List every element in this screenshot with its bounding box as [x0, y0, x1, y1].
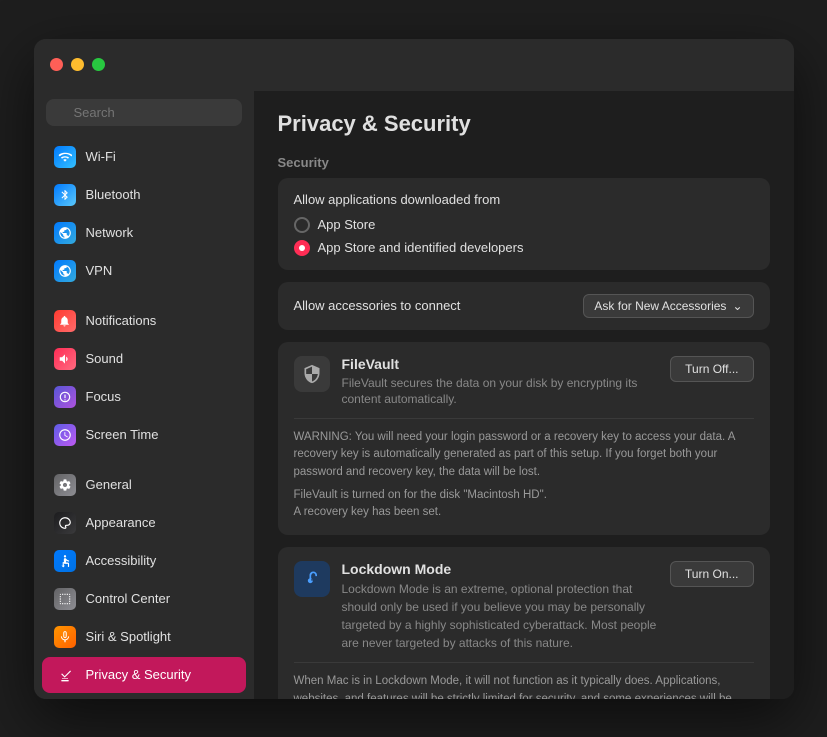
sidebar-label-sound: Sound: [86, 351, 124, 366]
accessories-chevron: ⌄: [732, 299, 742, 313]
sidebar: 🔍 Wi-Fi Bluetooth: [34, 91, 254, 699]
sidebar-label-accessibility: Accessibility: [86, 553, 157, 568]
maximize-button[interactable]: [92, 58, 105, 71]
lockdown-title: Lockdown Mode: [342, 561, 670, 577]
radio-appstore-identified[interactable]: App Store and identified developers: [294, 240, 754, 256]
filevault-status-line1: FileVault is turned on for the disk "Mac…: [294, 487, 754, 504]
sidebar-item-network[interactable]: Network: [42, 215, 246, 251]
minimize-button[interactable]: [71, 58, 84, 71]
system-preferences-window: 🔍 Wi-Fi Bluetooth: [34, 39, 794, 699]
accessibility-icon: [54, 550, 76, 572]
radio-circle-identified: [294, 240, 310, 256]
siri-icon: [54, 626, 76, 648]
accessories-select[interactable]: Ask for New Accessories ⌄: [583, 294, 753, 318]
main-panel: Privacy & Security Security Allow applic…: [254, 91, 794, 699]
sidebar-item-sound[interactable]: Sound: [42, 341, 246, 377]
traffic-lights: [50, 58, 105, 71]
filevault-status-line2: A recovery key has been set.: [294, 504, 754, 521]
titlebar: [34, 39, 794, 91]
sidebar-label-general: General: [86, 477, 132, 492]
sidebar-item-screentime[interactable]: Screen Time: [42, 417, 246, 453]
allow-download-label: Allow applications downloaded from: [294, 192, 754, 207]
lockdown-icon: [294, 561, 330, 597]
search-input[interactable]: [46, 99, 242, 126]
filevault-warning: WARNING: You will need your login passwo…: [294, 418, 754, 481]
sidebar-item-desktop[interactable]: Desktop & Dock: [42, 695, 246, 699]
filevault-status: FileVault is turned on for the disk "Mac…: [294, 487, 754, 522]
allow-download-card: Allow applications downloaded from App S…: [278, 178, 770, 270]
accessories-value: Ask for New Accessories: [594, 299, 726, 313]
sidebar-item-wifi[interactable]: Wi-Fi: [42, 139, 246, 175]
sidebar-label-privacy: Privacy & Security: [86, 667, 191, 682]
bluetooth-icon: [54, 184, 76, 206]
sidebar-item-bluetooth[interactable]: Bluetooth: [42, 177, 246, 213]
sidebar-label-screentime: Screen Time: [86, 427, 159, 442]
sidebar-label-wifi: Wi-Fi: [86, 149, 116, 164]
lockdown-detail-text: When Mac is in Lockdown Mode, it will no…: [294, 675, 732, 698]
radio-group-download: App Store App Store and identified devel…: [294, 217, 754, 256]
general-icon: [54, 474, 76, 496]
filevault-turnoff-button[interactable]: Turn Off...: [670, 356, 753, 382]
sound-icon: [54, 348, 76, 370]
radio-appstore[interactable]: App Store: [294, 217, 754, 233]
sidebar-label-siri: Siri & Spotlight: [86, 629, 171, 644]
sidebar-item-notifications[interactable]: Notifications: [42, 303, 246, 339]
vpn-icon: [54, 260, 76, 282]
lockdown-left: Lockdown Mode Lockdown Mode is an extrem…: [294, 561, 670, 652]
lockdown-title-group: Lockdown Mode Lockdown Mode is an extrem…: [342, 561, 670, 652]
sidebar-item-vpn[interactable]: VPN: [42, 253, 246, 289]
sidebar-item-general[interactable]: General: [42, 467, 246, 503]
page-title: Privacy & Security: [278, 111, 770, 137]
radio-circle-appstore: [294, 217, 310, 233]
sidebar-label-vpn: VPN: [86, 263, 113, 278]
radio-label-identified: App Store and identified developers: [318, 240, 524, 255]
close-button[interactable]: [50, 58, 63, 71]
sidebar-item-privacy[interactable]: Privacy & Security: [42, 657, 246, 693]
notifications-icon: [54, 310, 76, 332]
filevault-card: FileVault FileVault secures the data on …: [278, 342, 770, 536]
sidebar-item-appearance[interactable]: Appearance: [42, 505, 246, 541]
lockdown-desc: Lockdown Mode is an extreme, optional pr…: [342, 580, 670, 652]
filevault-desc: FileVault secures the data on your disk …: [342, 375, 671, 409]
sidebar-label-controlcenter: Control Center: [86, 591, 171, 606]
search-wrapper: 🔍: [46, 99, 242, 126]
sidebar-label-network: Network: [86, 225, 134, 240]
lockdown-card: Lockdown Mode Lockdown Mode is an extrem…: [278, 547, 770, 698]
sidebar-label-appearance: Appearance: [86, 515, 156, 530]
filevault-left: FileVault FileVault secures the data on …: [294, 356, 671, 409]
filevault-title-group: FileVault FileVault secures the data on …: [342, 356, 671, 409]
privacy-icon: [54, 664, 76, 686]
radio-label-appstore: App Store: [318, 217, 376, 232]
appearance-icon: [54, 512, 76, 534]
wifi-icon: [54, 146, 76, 168]
filevault-icon: [294, 356, 330, 392]
sidebar-item-focus[interactable]: Focus: [42, 379, 246, 415]
sidebar-item-accessibility[interactable]: Accessibility: [42, 543, 246, 579]
accessories-row[interactable]: Allow accessories to connect Ask for New…: [278, 282, 770, 330]
lockdown-turnon-button[interactable]: Turn On...: [670, 561, 754, 587]
filevault-title: FileVault: [342, 356, 671, 372]
sidebar-item-controlcenter[interactable]: Control Center: [42, 581, 246, 617]
focus-icon: [54, 386, 76, 408]
controlcenter-icon: [54, 588, 76, 610]
sidebar-label-bluetooth: Bluetooth: [86, 187, 141, 202]
accessories-label: Allow accessories to connect: [294, 298, 461, 313]
network-icon: [54, 222, 76, 244]
sidebar-label-focus: Focus: [86, 389, 121, 404]
lockdown-detail: When Mac is in Lockdown Mode, it will no…: [294, 662, 754, 698]
sidebar-item-siri[interactable]: Siri & Spotlight: [42, 619, 246, 655]
allow-download-row: Allow applications downloaded from App S…: [278, 178, 770, 270]
window-content: 🔍 Wi-Fi Bluetooth: [34, 91, 794, 699]
screentime-icon: [54, 424, 76, 446]
accessories-card: Allow accessories to connect Ask for New…: [278, 282, 770, 330]
search-container: 🔍: [34, 91, 254, 138]
filevault-header: FileVault FileVault secures the data on …: [294, 356, 754, 409]
filevault-warning-text: WARNING: You will need your login passwo…: [294, 431, 735, 478]
sidebar-label-notifications: Notifications: [86, 313, 157, 328]
lockdown-header: Lockdown Mode Lockdown Mode is an extrem…: [294, 561, 754, 652]
security-section-label: Security: [278, 155, 770, 170]
